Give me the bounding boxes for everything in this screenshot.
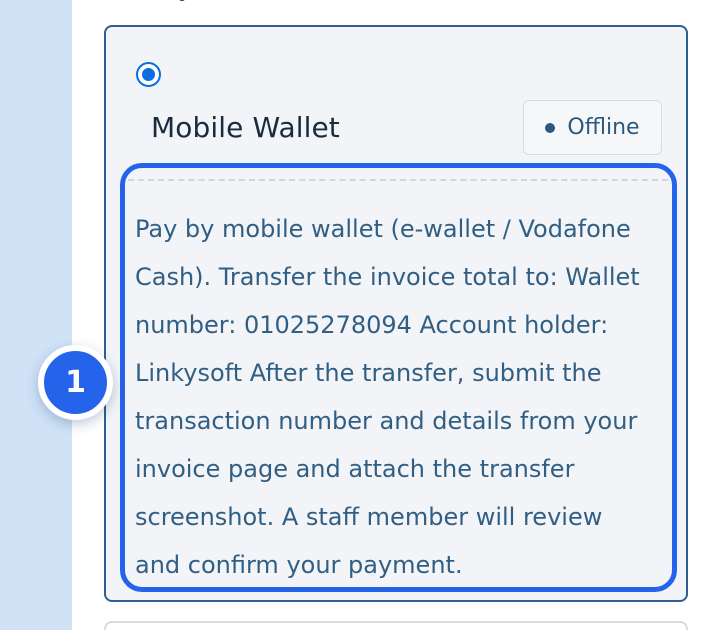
annotation-highlight-box: [120, 163, 677, 592]
screenshot-canvas: Mobile Wallet Offline Pay by mobile wall…: [0, 0, 716, 630]
annotation-number: 1: [65, 365, 86, 400]
next-payment-method-card[interactable]: [104, 621, 688, 630]
cropped-heading-glyph: [178, 0, 186, 1]
payment-method-radio[interactable]: [136, 62, 161, 87]
payment-method-title: Mobile Wallet: [151, 111, 340, 144]
left-sidebar-strip: [0, 0, 72, 630]
radio-selected-dot: [142, 68, 155, 81]
status-dot-icon: [545, 122, 556, 133]
status-badge: Offline: [523, 100, 662, 155]
annotation-marker: 1: [38, 345, 113, 420]
cropped-section-heading: [105, 0, 186, 2]
status-label: Offline: [567, 115, 640, 140]
